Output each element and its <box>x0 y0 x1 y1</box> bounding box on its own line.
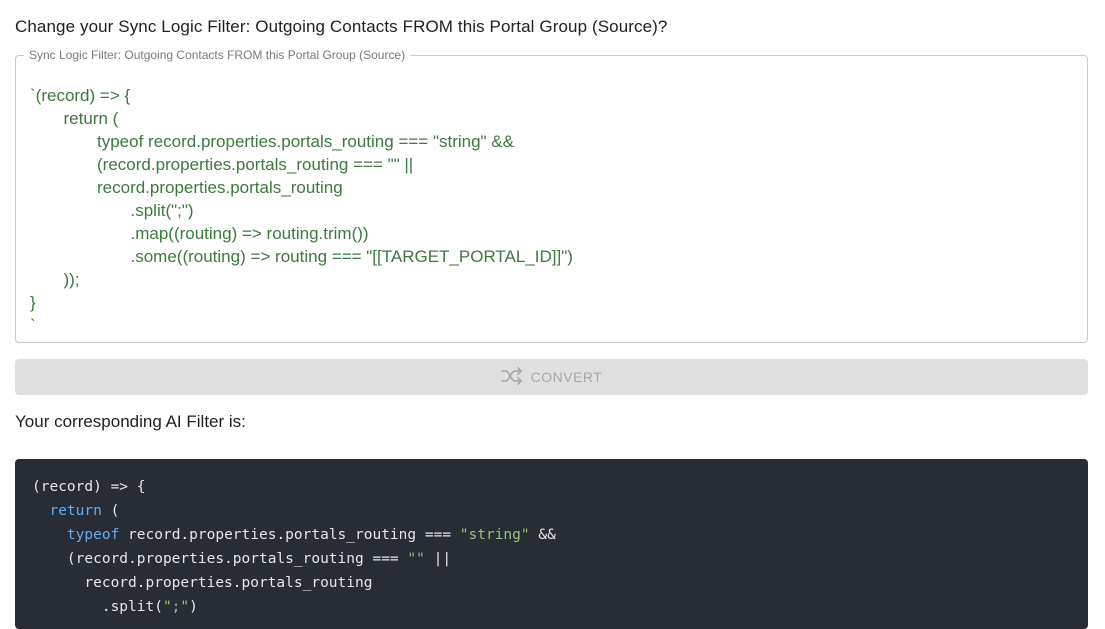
code-text: (record) => { <box>32 479 146 495</box>
code-string: ";" <box>162 599 190 615</box>
source-code-line: typeof record.properties.portals_routing… <box>97 132 514 151</box>
ai-code-line: typeof record.properties.portals_routing… <box>32 523 556 547</box>
code-string: "" <box>407 551 425 567</box>
source-code-line: record.properties.portals_routing <box>97 178 343 197</box>
source-code-line: .split(";") <box>130 201 194 220</box>
code-text: || <box>424 551 452 567</box>
code-text: record.properties.portals_routing <box>32 575 373 591</box>
ai-filter-code: (record) => { return ( typeof record.pro… <box>32 475 556 619</box>
source-code-line: return ( <box>63 109 119 128</box>
code-string: "string" <box>459 527 530 543</box>
page-question: Change your Sync Logic Filter: Outgoing … <box>15 17 668 36</box>
convert-label: CONVERT <box>530 369 603 385</box>
code-text: ( <box>101 503 120 519</box>
source-filter-legend: Sync Logic Filter: Outgoing Contacts FRO… <box>29 48 406 62</box>
source-filter-field[interactable]: Sync Logic Filter: Outgoing Contacts FRO… <box>15 48 1088 343</box>
code-text: (record.properties.portals_routing === <box>32 551 408 567</box>
shuffle-icon <box>500 366 523 388</box>
ai-filter-code-block: (record) => { return ( typeof record.pro… <box>15 459 1088 629</box>
ai-code-line: return ( <box>32 499 556 523</box>
source-code-line: .some((routing) => routing === "[[TARGET… <box>130 247 573 266</box>
source-code-line: (record.properties.portals_routing === "… <box>97 155 414 174</box>
ai-code-line: (record) => { <box>32 475 556 499</box>
code-keyword: return <box>49 503 102 519</box>
result-label: Your corresponding AI Filter is: <box>15 412 246 431</box>
ai-code-line: .split(";") <box>32 595 556 619</box>
source-code-line: } <box>30 293 36 312</box>
code-text: ) <box>189 599 198 615</box>
source-filter-textarea[interactable]: `(record) => { return ( typeof record.prop… <box>30 84 573 337</box>
ai-code-line: (record.properties.portals_routing === "… <box>32 547 556 571</box>
source-code-line: )); <box>63 270 80 289</box>
source-code-line: `(record) => { <box>30 86 131 105</box>
code-text: .split( <box>32 599 163 615</box>
source-code-line: ` <box>30 316 36 335</box>
source-code-line: .map((routing) => routing.trim()) <box>130 224 369 243</box>
code-text: && <box>529 527 556 543</box>
ai-code-line: record.properties.portals_routing <box>32 571 556 595</box>
convert-button[interactable]: CONVERT <box>15 359 1088 395</box>
code-keyword: typeof <box>66 527 120 543</box>
code-text: record.properties.portals_routing === <box>119 527 460 543</box>
